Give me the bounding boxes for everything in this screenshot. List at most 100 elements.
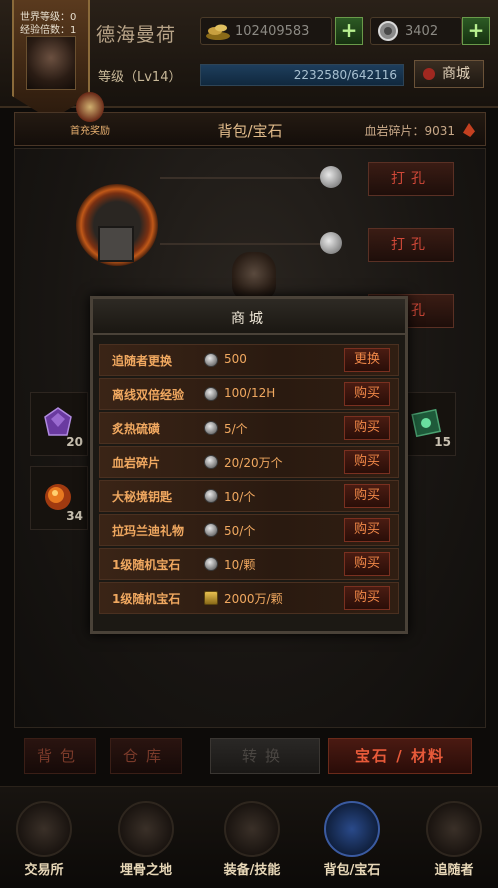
exp-bar: 2232580/642116 (200, 64, 404, 86)
shop-item-name: 炙热硫磺 (112, 422, 161, 436)
punch-hole-button-2[interactable]: 打孔 (368, 228, 454, 262)
level-label: 等级（Lv14） (98, 70, 182, 85)
shard-count: 血岩碎片：9031 (364, 124, 455, 138)
fire-orb-icon (45, 484, 71, 510)
shop-item-name: 大秘境钥匙 (112, 490, 173, 504)
dialog-title-bar: 商城 (93, 299, 405, 335)
shop-item-name: 血岩碎片 (112, 456, 161, 470)
shop-item-row: 炙热硫磺 5/个 购买 (99, 412, 399, 444)
first-recharge-reward[interactable]: 首充奖励 (62, 92, 118, 138)
buy-button[interactable]: 购买 (344, 484, 390, 508)
shop-item-row: 离线双倍经验 100/12H 购买 (99, 378, 399, 410)
tab-bag[interactable]: 背包 (24, 738, 96, 774)
skull-emblem (232, 252, 276, 300)
nav-label: 埋骨之地 (119, 863, 172, 878)
exp-multiplier-text: 经验倍数：1 (20, 25, 77, 36)
nav-bag-gem[interactable]: 背包/宝石 (310, 787, 394, 887)
silver-coin-icon (204, 523, 218, 537)
shop-item-name: 追随者更换 (112, 354, 173, 368)
tab-warehouse[interactable]: 仓库 (110, 738, 182, 774)
nav-label: 追随者 (434, 863, 474, 878)
shop-item-name: 1级随机宝石 (112, 558, 181, 572)
socket-dot (320, 232, 342, 254)
item-count: 34 (66, 509, 83, 523)
shop-item-price: 20/20万个 (224, 456, 283, 470)
shop-item-row: 1级随机宝石 10/颗 购买 (99, 548, 399, 580)
shop-button[interactable]: 商城 (414, 60, 484, 88)
silver-coin-icon (204, 489, 218, 503)
punch-hole-button-1[interactable]: 打孔 (368, 162, 454, 196)
follower-icon (426, 801, 482, 857)
shop-icon (423, 68, 435, 80)
item-slot[interactable] (98, 226, 134, 262)
silver-coin-icon (204, 455, 218, 469)
add-gems-button[interactable]: + (462, 17, 490, 45)
reward-label: 首充奖励 (70, 126, 110, 137)
shop-item-name: 1级随机宝石 (112, 592, 181, 606)
gem-display: 3402 (370, 17, 462, 45)
buy-button[interactable]: 购买 (344, 416, 390, 440)
gem-amount: 3402 (405, 24, 439, 39)
buy-button[interactable]: 购买 (344, 450, 390, 474)
shop-item-row: 追随者更换 500 更换 (99, 344, 399, 376)
shop-dialog: 商城 追随者更换 500 更换 离线双倍经验 100/12H 购买 炙热硫磺 5… (90, 296, 408, 634)
swap-follower-button[interactable]: 更换 (344, 348, 390, 372)
nav-exchange[interactable]: 交易所 (2, 787, 86, 887)
bag-icon (324, 801, 380, 857)
nav-equipment[interactable]: 装备/技能 (210, 787, 294, 887)
buy-button[interactable]: 购买 (344, 552, 390, 576)
gold-pile-icon (206, 24, 230, 40)
buy-button[interactable]: 购买 (344, 382, 390, 406)
silver-coin-icon (378, 21, 398, 41)
boneyard-icon (118, 801, 174, 857)
silver-coin-icon (204, 557, 218, 571)
buy-button[interactable]: 购买 (344, 586, 390, 610)
silver-coin-icon (204, 353, 218, 367)
add-gold-button[interactable]: + (335, 17, 363, 45)
shop-item-row: 大秘境钥匙 10/个 购买 (99, 480, 399, 512)
item-count: 20 (66, 435, 83, 449)
gold-coin-icon (204, 591, 218, 605)
shop-item-price: 100/12H (224, 386, 276, 400)
gold-display: 102409583 (200, 17, 332, 45)
shop-item-name: 拉玛兰迪礼物 (112, 524, 185, 538)
nav-follower[interactable]: 追随者 (412, 787, 496, 887)
avatar[interactable] (26, 36, 76, 90)
buy-button[interactable]: 购买 (344, 518, 390, 542)
silver-coin-icon (204, 387, 218, 401)
purple-gem-icon (44, 407, 72, 436)
tab-convert[interactable]: 转换 (210, 738, 320, 774)
shop-item-price: 10/颗 (224, 558, 256, 572)
gold-amount: 102409583 (235, 24, 310, 39)
shop-item-row: 血岩碎片 20/20万个 购买 (99, 446, 399, 478)
reward-icon (76, 92, 104, 122)
shop-item-price: 5/个 (224, 422, 248, 436)
socket-line (160, 243, 320, 245)
silver-coin-icon (204, 421, 218, 435)
equipment-icon (224, 801, 280, 857)
shop-item-price: 500 (224, 352, 247, 366)
shop-button-label: 商城 (442, 66, 470, 82)
player-name: 德海曼荷 (96, 24, 177, 46)
bottom-nav: 交易所 埋骨之地 装备/技能 背包/宝石 追随者 (0, 786, 498, 888)
green-box-icon (411, 408, 442, 438)
exchange-icon (16, 801, 72, 857)
dialog-title: 商城 (231, 311, 267, 327)
nav-label: 交易所 (24, 863, 64, 878)
shop-item-name: 离线双倍经验 (112, 388, 185, 402)
exp-text: 2232580/642116 (293, 68, 397, 82)
shop-item-price: 10/个 (224, 490, 256, 504)
shop-item-row: 1级随机宝石 2000万/颗 购买 (99, 582, 399, 614)
socket-line (160, 177, 320, 179)
nav-label: 背包/宝石 (323, 863, 381, 878)
item-count: 15 (434, 435, 451, 449)
shop-item-price: 50/个 (224, 524, 256, 538)
socket-dot (320, 166, 342, 188)
inventory-slot[interactable]: 20 (30, 392, 88, 456)
nav-label: 装备/技能 (223, 863, 281, 878)
shop-item-row: 拉玛兰迪礼物 50/个 购买 (99, 514, 399, 546)
inventory-slot[interactable]: 34 (30, 466, 88, 530)
nav-boneyard[interactable]: 埋骨之地 (104, 787, 188, 887)
shop-item-price: 2000万/颗 (224, 592, 283, 606)
tab-gem-material[interactable]: 宝石 / 材料 (328, 738, 472, 774)
